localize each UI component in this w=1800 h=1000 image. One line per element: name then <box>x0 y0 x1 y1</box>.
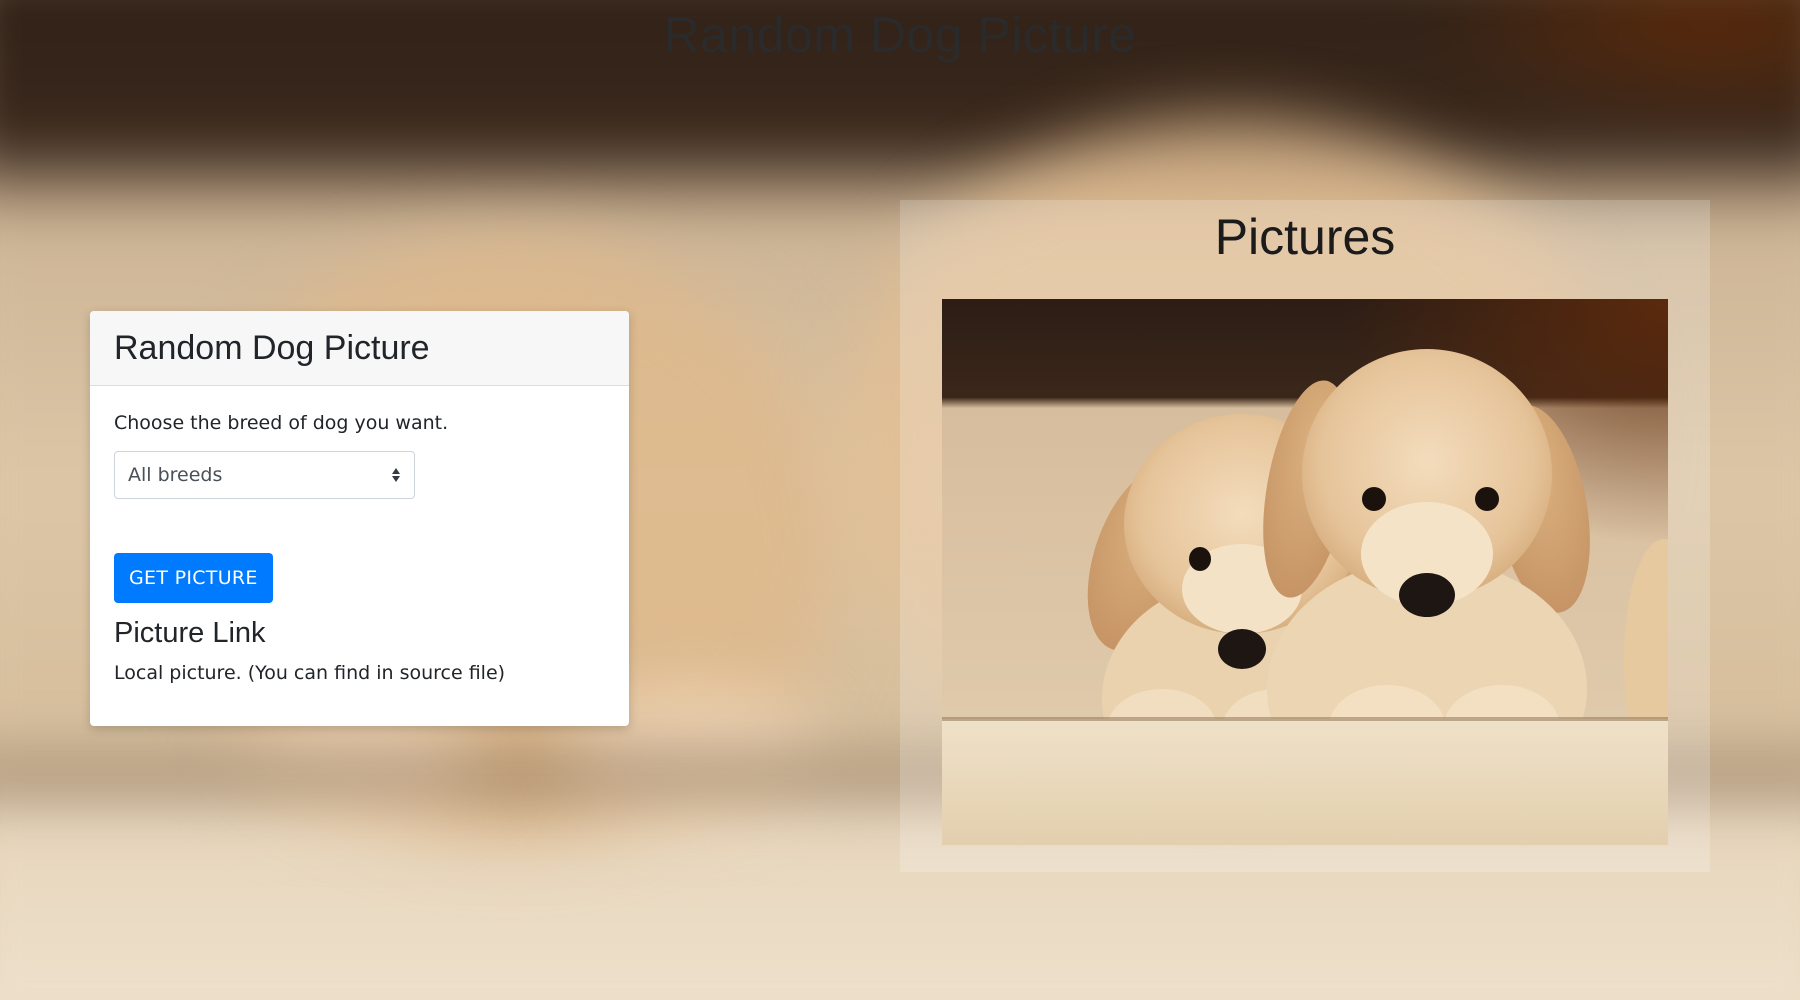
page-title: Random Dog Picture <box>663 7 1137 63</box>
picture-link-heading: Picture Link <box>114 617 266 649</box>
breed-select[interactable]: All breeds <box>114 451 415 499</box>
breed-card: Random Dog Picture Choose the breed of d… <box>90 311 629 726</box>
picture-link-text: Local picture. (You can find in source f… <box>114 662 506 684</box>
get-picture-button[interactable]: GET PICTURE <box>114 553 273 603</box>
breed-select-value: All breeds <box>128 464 223 486</box>
dog-photo <box>942 299 1668 845</box>
dog-photo-illustration <box>942 299 1668 845</box>
card-title: Random Dog Picture <box>114 328 430 367</box>
card-header: Random Dog Picture <box>90 311 629 386</box>
pictures-title: Pictures <box>1214 209 1396 265</box>
page: Random Dog Picture Random Dog Picture Ch… <box>0 0 1800 1000</box>
card-body: Choose the breed of dog you want. All br… <box>90 386 629 684</box>
select-arrows-icon <box>392 468 400 482</box>
breed-prompt: Choose the breed of dog you want. <box>114 412 449 434</box>
pictures-panel: Pictures <box>900 200 1710 872</box>
